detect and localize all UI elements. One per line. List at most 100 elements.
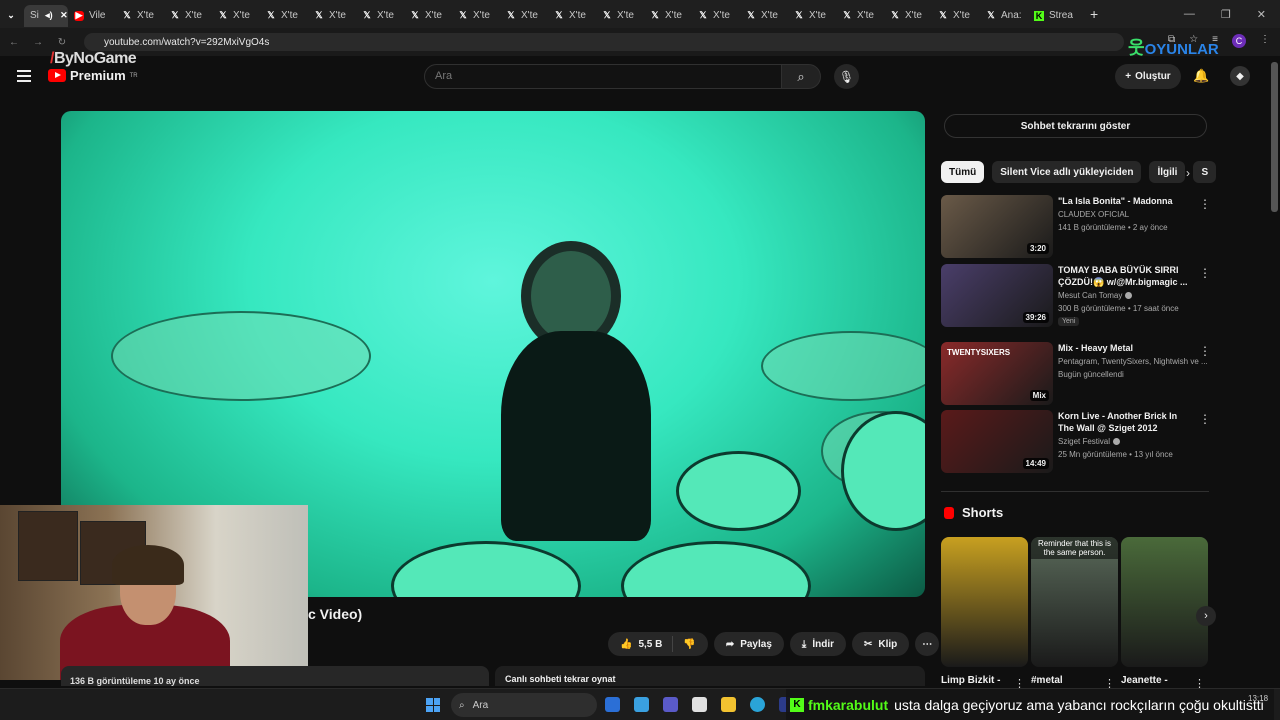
live-chat-replay[interactable]: Canlı sohbeti tekrar oynat xyxy=(495,666,925,686)
profile-avatar[interactable]: C xyxy=(1232,34,1246,48)
filter-chip[interactable]: Tümü xyxy=(941,161,985,183)
channel-name[interactable]: CLAUDEX OFICIAL xyxy=(1058,210,1129,219)
browser-tab[interactable]: 𝕏 X'te xyxy=(548,5,596,27)
browser-tab[interactable]: 𝕏 X'te xyxy=(884,5,932,27)
page-scrollbar[interactable] xyxy=(1271,62,1278,212)
new-tab-icon[interactable]: + xyxy=(1090,6,1098,22)
forward-icon[interactable]: → xyxy=(28,37,48,48)
like-dislike-button[interactable]: 👍 5,5 B 👎 xyxy=(608,632,708,656)
clip-button[interactable]: ✂ Klip xyxy=(852,632,910,656)
store-icon[interactable] xyxy=(692,697,707,712)
share-button[interactable]: ➦ Paylaş xyxy=(713,632,784,656)
recommendation-item[interactable]: 14:49 Korn Live - Another Brick In The Wa… xyxy=(941,410,1211,474)
tab-list-button[interactable]: ⌄ xyxy=(0,5,24,27)
download-button[interactable]: ⤓ İndir xyxy=(789,632,846,656)
ticker-username: fmkarabulut xyxy=(808,696,889,713)
url-field[interactable]: youtube.com/watch?v=292MxiVgO4s xyxy=(84,33,1124,51)
video-thumbnail[interactable]: 3:20 xyxy=(941,195,1053,258)
browser-tab[interactable]: 𝕏 X'te xyxy=(788,5,836,27)
close-icon[interactable]: ✕ xyxy=(59,10,68,21)
browser-tab[interactable]: 𝕏 X'te xyxy=(692,5,740,27)
channel-name[interactable]: Pentagram, TwentySixers, Nightwish ve ..… xyxy=(1058,357,1208,366)
reload-icon[interactable]: ↻ xyxy=(52,37,72,48)
share-label: Paylaş xyxy=(740,638,772,650)
divider xyxy=(672,636,674,652)
browser-tab[interactable]: 𝕏 X'te xyxy=(116,5,164,27)
video-thumbnail[interactable]: 14:49 xyxy=(941,410,1053,473)
filter-chip[interactable]: İlgili xyxy=(1149,161,1186,183)
filter-chip[interactable]: S xyxy=(1193,161,1217,183)
create-button[interactable]: + Oluştur xyxy=(1115,64,1181,89)
video-thumbnail[interactable]: 39:26 xyxy=(941,264,1053,327)
recommendation-title[interactable]: Mix - Heavy Metal xyxy=(1058,342,1193,354)
search-button[interactable]: ⌕ xyxy=(781,64,821,89)
shorts-next-button[interactable]: › xyxy=(1196,606,1216,626)
x-icon: 𝕏 xyxy=(987,10,995,20)
browser-tab[interactable]: 𝕏 X'te xyxy=(404,5,452,27)
browser-tab[interactable]: 𝕏 X'te xyxy=(644,5,692,27)
recommendation-item[interactable]: 39:26 TOMAY BABA BÜYÜK SIRRI ÇÖZDÜ!😱 w/@M… xyxy=(941,264,1211,328)
windows-start-icon[interactable] xyxy=(426,698,440,712)
file-explorer-icon[interactable] xyxy=(721,697,736,712)
teams-icon[interactable] xyxy=(663,697,678,712)
hamburger-menu-icon[interactable] xyxy=(17,70,31,82)
browser-tab[interactable]: 𝕏 Ana: xyxy=(980,5,1028,27)
browser-tab[interactable]: 𝕏 X'te xyxy=(164,5,212,27)
search-input[interactable]: Ara xyxy=(424,64,782,89)
notifications-bell-icon[interactable]: 🔔 xyxy=(1193,68,1209,84)
restore-icon[interactable]: ❐ xyxy=(1221,8,1231,21)
account-avatar[interactable]: ◆ xyxy=(1230,66,1250,86)
voice-search-button[interactable]: 🎙 xyxy=(834,64,859,89)
recommendation-title[interactable]: TOMAY BABA BÜYÜK SIRRI ÇÖZDÜ!😱 w/@Mr.big… xyxy=(1058,264,1193,288)
more-vertical-icon[interactable]: ⋮ xyxy=(1199,266,1211,280)
youtube-premium-logo[interactable]: Premium TR xyxy=(48,68,138,83)
show-chat-replay-button[interactable]: Sohbet tekrarını göster xyxy=(944,114,1207,138)
browser-tab[interactable]: 𝕏 X'te xyxy=(452,5,500,27)
recommendation-item[interactable]: TWENTYSIXERS Mix Mix - Heavy Metal Pentagra… xyxy=(941,342,1211,406)
short-title[interactable]: Limp Bizkit - xyxy=(941,675,1000,686)
thumbs-down-icon[interactable]: 👎 xyxy=(683,639,695,650)
short-thumbnail[interactable] xyxy=(941,537,1028,667)
short-thumbnail[interactable] xyxy=(1121,537,1208,667)
browser-tab[interactable]: 𝕏 X'te xyxy=(356,5,404,27)
video-thumbnail[interactable]: TWENTYSIXERS Mix xyxy=(941,342,1053,405)
download-icon: ⤓ xyxy=(801,638,807,650)
tab-label: X'te xyxy=(137,10,154,21)
recommendation-item[interactable]: 3:20 "La Isla Bonita" - Madonna CLAUDEX OF… xyxy=(941,195,1211,259)
channel-name[interactable]: Sziget Festival xyxy=(1058,437,1121,446)
recommendation-title[interactable]: Korn Live - Another Brick In The Wall @ … xyxy=(1058,410,1193,434)
more-menu-icon[interactable]: ⋮ xyxy=(1260,34,1270,48)
short-thumbnail[interactable]: Reminder that this is the same person. xyxy=(1031,537,1118,667)
browser-tab[interactable]: K Strea xyxy=(1028,5,1076,27)
shorts-icon xyxy=(944,506,954,519)
more-vertical-icon[interactable]: ⋮ xyxy=(1199,344,1211,358)
more-vertical-icon[interactable]: ⋮ xyxy=(1199,197,1211,211)
drummer-body-shape xyxy=(501,331,651,541)
browser-tab[interactable]: 𝕏 X'te xyxy=(308,5,356,27)
browser-tab[interactable]: 𝕏 X'te xyxy=(836,5,884,27)
browser-tab[interactable]: 𝕏 X'te xyxy=(260,5,308,27)
recommendation-title[interactable]: "La Isla Bonita" - Madonna xyxy=(1058,195,1193,207)
browser-tab[interactable]: 𝕏 X'te xyxy=(596,5,644,27)
browser-tab[interactable]: 𝕏 X'te xyxy=(500,5,548,27)
browser-tab[interactable]: 𝕏 X'te xyxy=(212,5,260,27)
shorts-heading-label: Shorts xyxy=(962,505,1004,520)
channel-name[interactable]: Mesut Can Tomay xyxy=(1058,291,1133,300)
browser-tab[interactable]: ▶ Vile xyxy=(68,5,116,27)
chevron-right-icon[interactable]: › xyxy=(1186,166,1190,180)
more-vertical-icon[interactable]: ⋮ xyxy=(1199,412,1211,426)
browser-tab[interactable]: 𝕏 X'te xyxy=(740,5,788,27)
copilot-icon[interactable] xyxy=(634,697,649,712)
back-icon[interactable]: ← xyxy=(4,37,24,48)
short-title[interactable]: #metal xyxy=(1031,675,1063,686)
short-title[interactable]: Jeanette - xyxy=(1121,675,1168,686)
taskbar-search[interactable]: ⌕ Ara xyxy=(451,693,597,717)
more-actions-button[interactable]: ⋯ xyxy=(915,632,940,656)
filter-chip[interactable]: Silent Vice adlı yükleyiciden xyxy=(992,161,1142,183)
browser-tab[interactable]: 𝕏 X'te xyxy=(932,5,980,27)
minimize-icon[interactable]: — xyxy=(1184,8,1195,20)
active-tab[interactable]: Si ◂) ✕ xyxy=(24,4,68,27)
app-icon[interactable] xyxy=(605,697,620,712)
edge-icon[interactable] xyxy=(750,697,765,712)
close-window-icon[interactable]: ✕ xyxy=(1257,8,1266,21)
